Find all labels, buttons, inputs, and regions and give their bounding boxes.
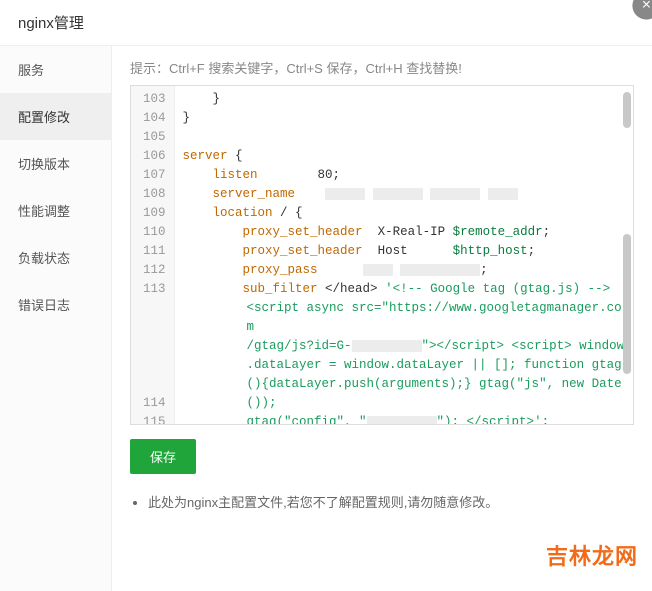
scrollbar-track[interactable] (621, 88, 631, 422)
scrollbar-thumb[interactable] (623, 234, 631, 374)
note-item: 此处为nginx主配置文件,若您不了解配置规则,请勿随意修改。 (148, 492, 634, 511)
sidebar-item-1[interactable]: 配置修改 (0, 93, 111, 140)
code-line-wrap: gtag("config", ""); </script>'; (183, 413, 625, 424)
main-panel: 提示：Ctrl+F 搜索关键字，Ctrl+S 保存，Ctrl+H 查找替换! 1… (112, 46, 652, 591)
dialog-header: nginx管理 (0, 0, 652, 46)
code-line: listen 80; (183, 166, 625, 185)
sidebar-item-3[interactable]: 性能调整 (0, 187, 111, 234)
sidebar-item-0[interactable]: 服务 (0, 46, 111, 93)
editor-hint: 提示：Ctrl+F 搜索关键字，Ctrl+S 保存，Ctrl+H 查找替换! (130, 58, 634, 77)
scrollbar-thumb[interactable] (623, 92, 631, 128)
line-gutter: 1031041051061071081091101111121131141151… (131, 86, 175, 424)
sidebar-item-2[interactable]: 切换版本 (0, 140, 111, 187)
code-line: } (183, 109, 625, 128)
code-line-wrap: .dataLayer = window.dataLayer || []; fun… (183, 356, 625, 375)
close-icon: × (642, 0, 651, 15)
note-list: 此处为nginx主配置文件,若您不了解配置规则,请勿随意修改。 (130, 492, 634, 511)
sidebar-item-4[interactable]: 负载状态 (0, 234, 111, 281)
code-line: server { (183, 147, 625, 166)
code-line: proxy_set_header X-Real-IP $remote_addr; (183, 223, 625, 242)
code-content[interactable]: }} server { listen 80; server_name locati… (175, 86, 633, 424)
code-line: server_name (183, 185, 625, 204)
code-line (183, 128, 625, 147)
save-button[interactable]: 保存 (130, 439, 196, 474)
dialog-body: 服务配置修改切换版本性能调整负载状态错误日志 提示：Ctrl+F 搜索关键字，C… (0, 46, 652, 591)
code-line-wrap: <script async src="https://www.googletag… (183, 299, 625, 337)
code-line: sub_filter </head> '<!-- Google tag (gta… (183, 280, 625, 299)
code-line-wrap: (){dataLayer.push(arguments);} gtag("js"… (183, 375, 625, 413)
code-line: location / { (183, 204, 625, 223)
code-line: proxy_set_header Host $http_host; (183, 242, 625, 261)
code-line: proxy_pass ; (183, 261, 625, 280)
dialog-title: nginx管理 (18, 15, 84, 32)
dialog: × nginx管理 服务配置修改切换版本性能调整负载状态错误日志 提示：Ctrl… (0, 0, 652, 589)
editor-container: 1031041051061071081091101111121131141151… (130, 85, 634, 425)
watermark: 吉林龙网 (546, 539, 638, 571)
code-editor[interactable]: 1031041051061071081091101111121131141151… (131, 86, 633, 424)
sidebar: 服务配置修改切换版本性能调整负载状态错误日志 (0, 46, 112, 591)
code-line: } (183, 90, 625, 109)
code-line-wrap: /gtag/js?id=G-"></script> <script> windo… (183, 337, 625, 356)
sidebar-item-5[interactable]: 错误日志 (0, 281, 111, 328)
